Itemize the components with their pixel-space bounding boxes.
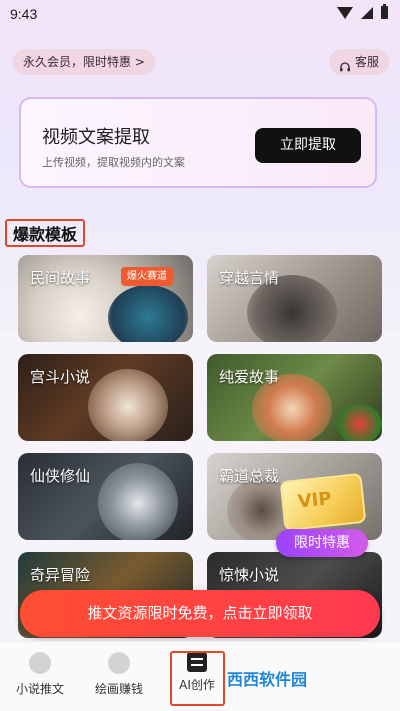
- watermelon-illustration: [337, 404, 382, 441]
- template-label: 纯爱故事: [219, 368, 280, 386]
- ai-create-highlight-box: [170, 651, 225, 706]
- template-label: 仙侠修仙: [30, 467, 91, 485]
- xianxia-illustration: [98, 463, 178, 540]
- template-label: 民间故事: [30, 269, 91, 287]
- extract-title: 视频文案提取: [42, 127, 150, 148]
- nav-item-paint-earn[interactable]: 绘画赚钱: [84, 652, 154, 697]
- home-icon: [29, 652, 51, 674]
- video-copy-extract-card: 视频文案提取 上传视频，提取视频内的文案 立即提取: [19, 97, 377, 188]
- nav-item-novel-push[interactable]: 小说推文: [5, 652, 75, 697]
- signal-icon: [361, 6, 373, 19]
- template-card-palace-intrigue[interactable]: 宫斗小说: [18, 354, 193, 441]
- vip-sticker-text: VIP: [296, 488, 333, 513]
- hot-track-badge: 爆火赛道: [121, 267, 173, 286]
- customer-service-button[interactable]: 客服: [328, 49, 389, 75]
- template-card-pure-love[interactable]: 纯爱故事: [207, 354, 382, 441]
- headset-icon: [339, 56, 351, 72]
- battery-icon: [381, 4, 388, 19]
- template-card-folk-story[interactable]: 民间故事 爆火赛道: [18, 255, 193, 342]
- folk-story-illustration: [108, 285, 188, 342]
- vip-promo-text: 永久会员，限时特惠 >: [23, 55, 145, 69]
- promo-banner[interactable]: 推文资源限时免费，点击立即领取: [20, 590, 380, 637]
- nav-label: 小说推文: [15, 682, 64, 696]
- template-label: 惊悚小说: [219, 566, 280, 584]
- extract-now-button[interactable]: 立即提取: [255, 128, 361, 163]
- template-label: 穿越言情: [219, 269, 280, 287]
- vip-promo-pill[interactable]: 永久会员，限时特惠 >: [13, 49, 155, 75]
- template-label: 奇异冒险: [30, 566, 91, 584]
- palace-illustration: [88, 369, 168, 441]
- template-label: 霸道总裁: [219, 467, 280, 485]
- extract-subtitle: 上传视频，提取视频内的文案: [42, 156, 185, 169]
- customer-service-label: 客服: [354, 55, 379, 69]
- lightning-icon: [108, 652, 130, 674]
- status-icons: [337, 4, 388, 19]
- vip-card-sticker: VIP: [279, 472, 367, 532]
- nav-label: 绘画赚钱: [94, 682, 143, 696]
- wifi-icon: [337, 6, 353, 19]
- status-bar: 9:43: [0, 0, 400, 28]
- status-time: 9:43: [10, 6, 38, 22]
- limited-time-offer-badge[interactable]: 限时特惠: [276, 529, 368, 557]
- watermark-logo: 西西软件园: [227, 670, 308, 689]
- template-label: 宫斗小说: [30, 368, 91, 386]
- template-card-xianxia[interactable]: 仙侠修仙: [18, 453, 193, 540]
- section-title: 爆款模板: [5, 219, 86, 247]
- template-card-time-travel-romance[interactable]: 穿越言情: [207, 255, 382, 342]
